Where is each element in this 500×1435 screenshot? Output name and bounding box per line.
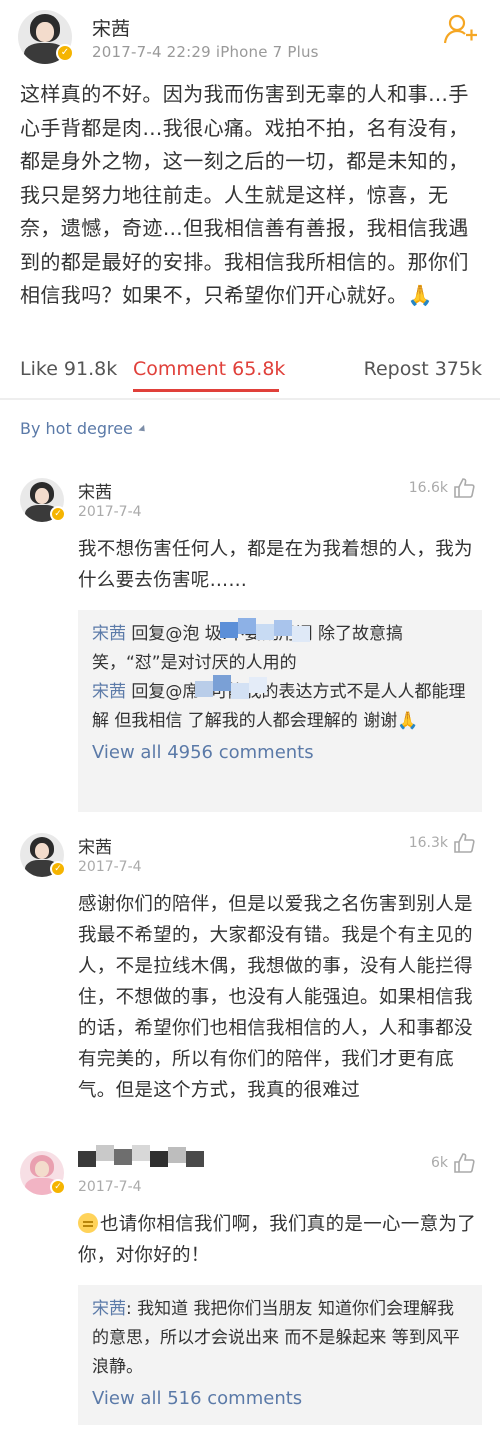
follow-add-icon[interactable] [444, 14, 478, 44]
sort-label: By hot degree [20, 419, 133, 438]
reply-author[interactable]: 宋茜 [92, 1299, 126, 1319]
commenter-name[interactable]: 宋茜 [78, 478, 112, 503]
comment-text: 感谢你们的陪伴，但是以爱我之名伤害到别人是我最不希望的，大家都没有错。我是个有主… [78, 894, 473, 1101]
verified-badge-icon: ✓ [50, 506, 66, 522]
comment-text-row: 也请你相信我们啊，我们真的是一心一意为了你，对你好的！ [78, 1209, 478, 1271]
reply-text: : 我知道 我把你们当朋友 知道你们会理解我的意思，所以才会说出来 而不是躲起来… [92, 1299, 460, 1377]
post-author-name[interactable]: 宋茜 [92, 14, 130, 41]
like-tab[interactable]: Like 91.8k [20, 358, 117, 380]
thumbs-up-icon[interactable] [453, 477, 475, 499]
comment-text: 也请你相信我们啊，我们真的是一心一意为了你，对你好的！ [78, 1214, 477, 1266]
comment-like-count: 16.3k [408, 835, 448, 851]
censored-commenter-name[interactable] [78, 1145, 213, 1169]
post-body: 这样真的不好。因为我而伤害到无辜的人和事…手心手背都是肉…我很心痛。戏拍不拍，名… [20, 82, 469, 307]
thumbs-up-icon[interactable] [453, 1152, 475, 1174]
verified-badge-icon: ✓ [56, 44, 74, 62]
view-all-comments-link[interactable]: View all 516 comments [92, 1384, 470, 1414]
comment-date: 2017-7-4 [78, 859, 142, 875]
comment-item: ✓ 宋茜 2017-7-4 16.6k 我不想伤害任何人，都是在为我着想的人，我… [0, 470, 500, 820]
reply-box[interactable]: 宋茜: 我知道 我把你们当朋友 知道你们会理解我的意思，所以才会说出来 而不是躲… [78, 1285, 482, 1425]
divider [0, 398, 500, 400]
view-all-comments-link[interactable]: View all 4956 comments [92, 738, 470, 768]
comment-item: ✓ 宋茜 2017-7-4 16.3k 感谢你们的陪伴，但是以爱我之名伤害到别人… [0, 825, 500, 1145]
verified-badge-icon: ✓ [50, 1179, 66, 1195]
reply-author[interactable]: 宋茜 [92, 682, 126, 702]
sort-triangle-icon [138, 424, 148, 435]
thumbs-up-icon[interactable] [453, 832, 475, 854]
comment-date: 2017-7-4 [78, 504, 142, 520]
sort-selector[interactable]: By hot degree [20, 419, 148, 438]
active-tab-indicator [133, 389, 279, 392]
comment-date: 2017-7-4 [78, 1179, 142, 1195]
reply-item: 宋茜: 我知道 我把你们当朋友 知道你们会理解我的意思，所以才会说出来 而不是躲… [92, 1295, 470, 1382]
post-actions-bar: Like 91.8k Comment 65.8k Repost 375k [0, 352, 500, 392]
comment-like-count: 16.6k [408, 480, 448, 496]
reply-author[interactable]: 宋茜 [92, 624, 126, 644]
censor-mosaic [220, 618, 320, 646]
post-header: ✓ 宋茜 2017-7-4 22:29 iPhone 7 Plus [0, 0, 500, 75]
comment-like-count: 6k [430, 1155, 448, 1171]
post-meta: 2017-7-4 22:29 iPhone 7 Plus [92, 43, 319, 61]
awkward-emoji [78, 1213, 98, 1233]
comment-tab[interactable]: Comment 65.8k [133, 358, 285, 380]
comment-text: 我不想伤害任何人，都是在为我着想的人，我为什么要去伤害呢…… [78, 539, 473, 591]
verified-badge-icon: ✓ [50, 861, 66, 877]
commenter-name[interactable]: 宋茜 [78, 833, 112, 858]
censor-mosaic [195, 675, 295, 705]
comment-item: ✓ 2017-7-4 6k 也请你相信我们啊，我们真的是一心一意为了你，对你好的… [0, 1145, 500, 1430]
repost-tab[interactable]: Repost 375k [364, 358, 482, 380]
